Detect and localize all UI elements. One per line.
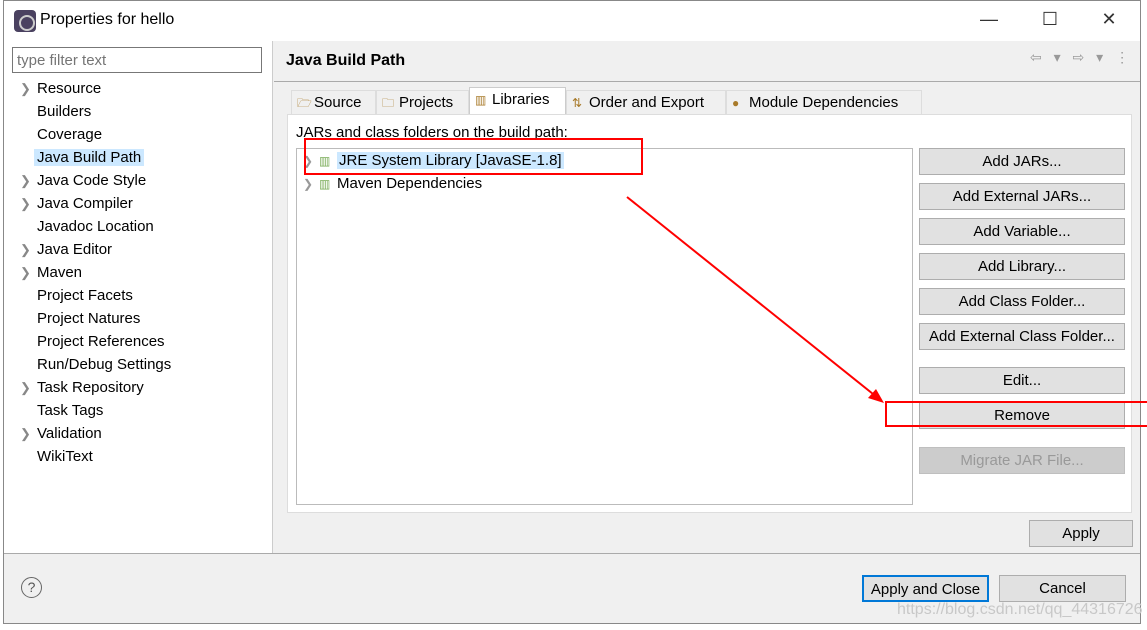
annotation-arrow <box>626 196 884 403</box>
